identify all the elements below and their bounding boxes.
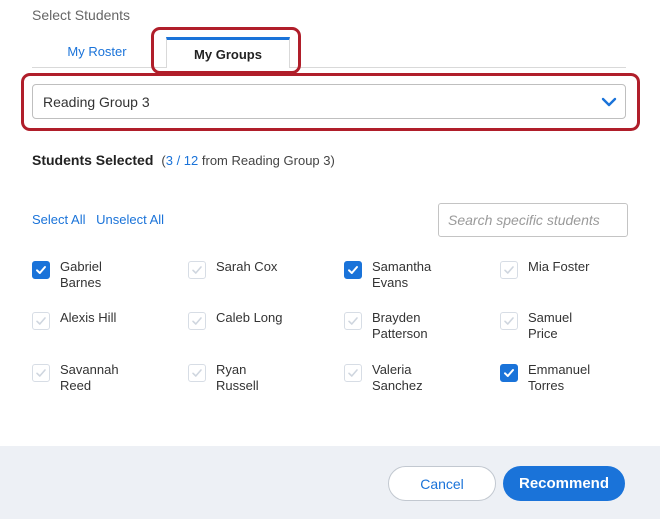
checkbox-checked[interactable]: [32, 261, 50, 279]
student-checkbox-item[interactable]: Samuel Price: [500, 310, 604, 342]
student-name: Samantha Evans: [372, 259, 432, 290]
group-select-value: Reading Group 3: [43, 93, 150, 110]
checkbox-checked[interactable]: [344, 261, 362, 279]
student-name: Savannah Reed: [60, 362, 119, 393]
student-checkbox-item[interactable]: Emmanuel Torres: [500, 362, 604, 394]
check-icon: [504, 266, 514, 274]
dialog-title: Select Students: [32, 7, 131, 23]
check-icon: [348, 317, 358, 325]
student-name: Valeria Sanchez: [372, 362, 423, 393]
selected-count: 3: [165, 153, 173, 168]
checkbox-unchecked[interactable]: [32, 312, 50, 330]
group-select[interactable]: Reading Group 3: [32, 84, 626, 119]
student-name: Gabriel Barnes: [60, 259, 102, 290]
checkbox-unchecked[interactable]: [344, 312, 362, 330]
search-students-input[interactable]: [438, 203, 628, 237]
check-icon: [348, 266, 358, 274]
student-checkbox-item[interactable]: Valeria Sanchez: [344, 362, 448, 394]
check-icon: [36, 266, 46, 274]
student-name: Samuel Price: [528, 310, 573, 341]
tab-my-groups[interactable]: My Groups: [166, 37, 290, 68]
student-name: Caleb Long: [216, 310, 283, 325]
check-icon: [36, 369, 46, 377]
checkbox-unchecked[interactable]: [500, 312, 518, 330]
checkbox-unchecked[interactable]: [188, 261, 206, 279]
unselect-all-link[interactable]: Unselect All: [96, 212, 164, 227]
check-icon: [348, 369, 358, 377]
student-name: Emmanuel Torres: [528, 362, 591, 393]
student-checkbox-item[interactable]: Savannah Reed: [32, 362, 136, 394]
student-checkbox-item[interactable]: Samantha Evans: [344, 259, 448, 291]
checkbox-unchecked[interactable]: [32, 364, 50, 382]
student-checkbox-item[interactable]: Gabriel Barnes: [32, 259, 136, 291]
check-icon: [36, 317, 46, 325]
checkbox-unchecked[interactable]: [188, 312, 206, 330]
student-checkbox-item[interactable]: Sarah Cox: [188, 259, 292, 279]
checkbox-unchecked[interactable]: [344, 364, 362, 382]
student-checkbox-item[interactable]: Brayden Patterson: [344, 310, 448, 342]
students-selected-heading: Students Selected: [32, 152, 154, 168]
select-all-link[interactable]: Select All: [32, 212, 85, 227]
tab-bar: My Roster My Groups: [32, 34, 626, 68]
student-name: Sarah Cox: [216, 259, 278, 274]
total-count: 12: [183, 153, 199, 168]
cancel-button[interactable]: Cancel: [388, 466, 496, 501]
checkbox-unchecked[interactable]: [188, 364, 206, 382]
check-icon: [504, 369, 514, 377]
student-name: Mia Foster: [528, 259, 590, 274]
summary-source-text: from Reading Group 3): [198, 153, 335, 168]
student-name: Ryan Russell: [216, 362, 259, 393]
check-icon: [504, 317, 514, 325]
checkbox-checked[interactable]: [500, 364, 518, 382]
student-name: Brayden Patterson: [372, 310, 428, 341]
recommend-button[interactable]: Recommend: [503, 466, 625, 501]
summary-slash: /: [172, 153, 184, 168]
student-checkbox-item[interactable]: Caleb Long: [188, 310, 292, 330]
student-checkbox-item[interactable]: Ryan Russell: [188, 362, 292, 394]
selected-summary: Students Selected (3 / 12 from Reading Gr…: [32, 152, 335, 168]
check-icon: [192, 369, 202, 377]
checkbox-unchecked[interactable]: [500, 261, 518, 279]
tab-my-roster[interactable]: My Roster: [47, 34, 147, 68]
check-icon: [192, 266, 202, 274]
chevron-down-icon: [601, 97, 617, 107]
check-icon: [192, 317, 202, 325]
student-checkbox-item[interactable]: Alexis Hill: [32, 310, 136, 330]
student-name: Alexis Hill: [60, 310, 117, 325]
selection-links: Select All Unselect All: [32, 212, 171, 227]
student-checkbox-item[interactable]: Mia Foster: [500, 259, 604, 279]
